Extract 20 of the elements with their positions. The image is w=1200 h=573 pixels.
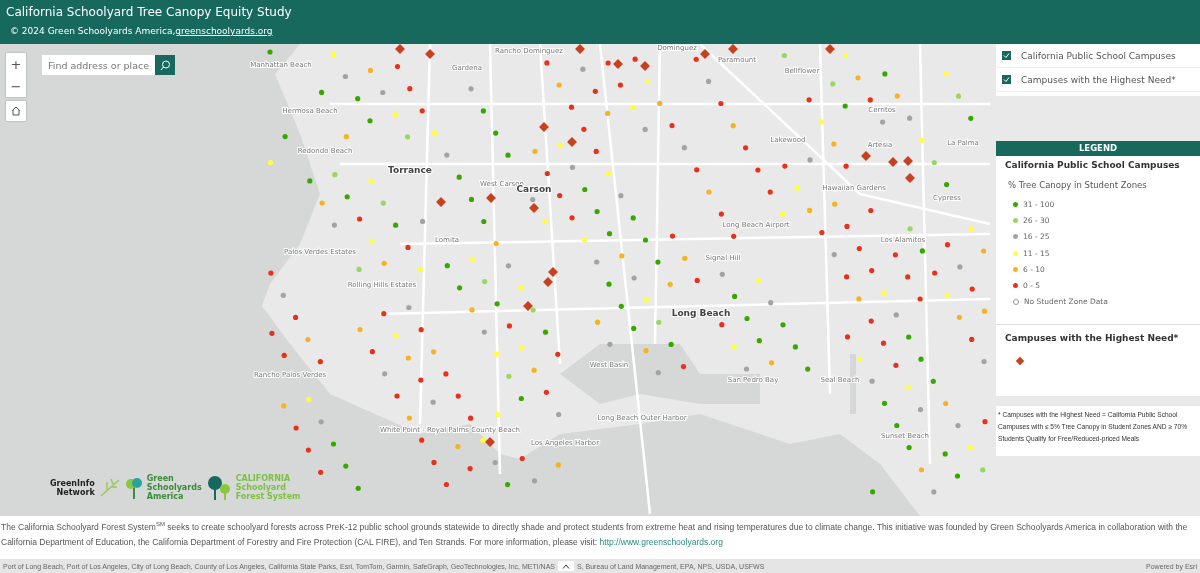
place-label: Carson bbox=[516, 184, 552, 194]
place-label: Long Beach bbox=[671, 308, 731, 318]
website-link[interactable]: http://www.greenschoolyards.org bbox=[599, 536, 723, 547]
place-label: Torrance bbox=[388, 165, 432, 175]
search-field[interactable]: Find address or place bbox=[42, 55, 155, 75]
logo-text: CALIFORNIA Schoolyard Forest System bbox=[235, 474, 301, 501]
layer-label: Campuses with the Highest Need* bbox=[1021, 74, 1176, 85]
zoom-out-button[interactable]: − bbox=[6, 75, 26, 97]
copyright-text: © 2024 Green Schoolyards America, bbox=[10, 26, 176, 36]
website-link[interactable]: greenschoolyards.org bbox=[175, 26, 273, 36]
description-text: The California Schoolyard Forest System$^{SM}$ seeks to create schoolyard forests across PreK-12 public school grounds statewide to directly shade and protect students from extreme heat and rising temperatures due to climate change. This initiative was founded by Green Schoolyards America in collaboration with the California Department of Education, the California Department of Forestry and Fire Protection (CAL FIRE), and Ten Strands. For more information, please visit: http://www.greenschoolyards.org bbox=[1, 520, 1189, 549]
legend-field-label: % Tree Canopy in Student Zones bbox=[1008, 180, 1148, 190]
app-title: California Schoolyard Tree Canopy Equity Study bbox=[6, 5, 293, 19]
legend-header: LEGEND bbox=[996, 141, 1200, 156]
layer-label: California Public School Campuses bbox=[1021, 50, 1176, 61]
zoom-in-button[interactable]: + bbox=[6, 53, 26, 75]
legend-layer-title: California Public School Campuses bbox=[1005, 160, 1181, 170]
legend-layer-title: Campuses with the Highest Need* bbox=[1005, 333, 1180, 344]
logo-text: GreenInfo Network bbox=[50, 478, 95, 497]
logo-text: Green Schoolyards America bbox=[146, 474, 202, 501]
